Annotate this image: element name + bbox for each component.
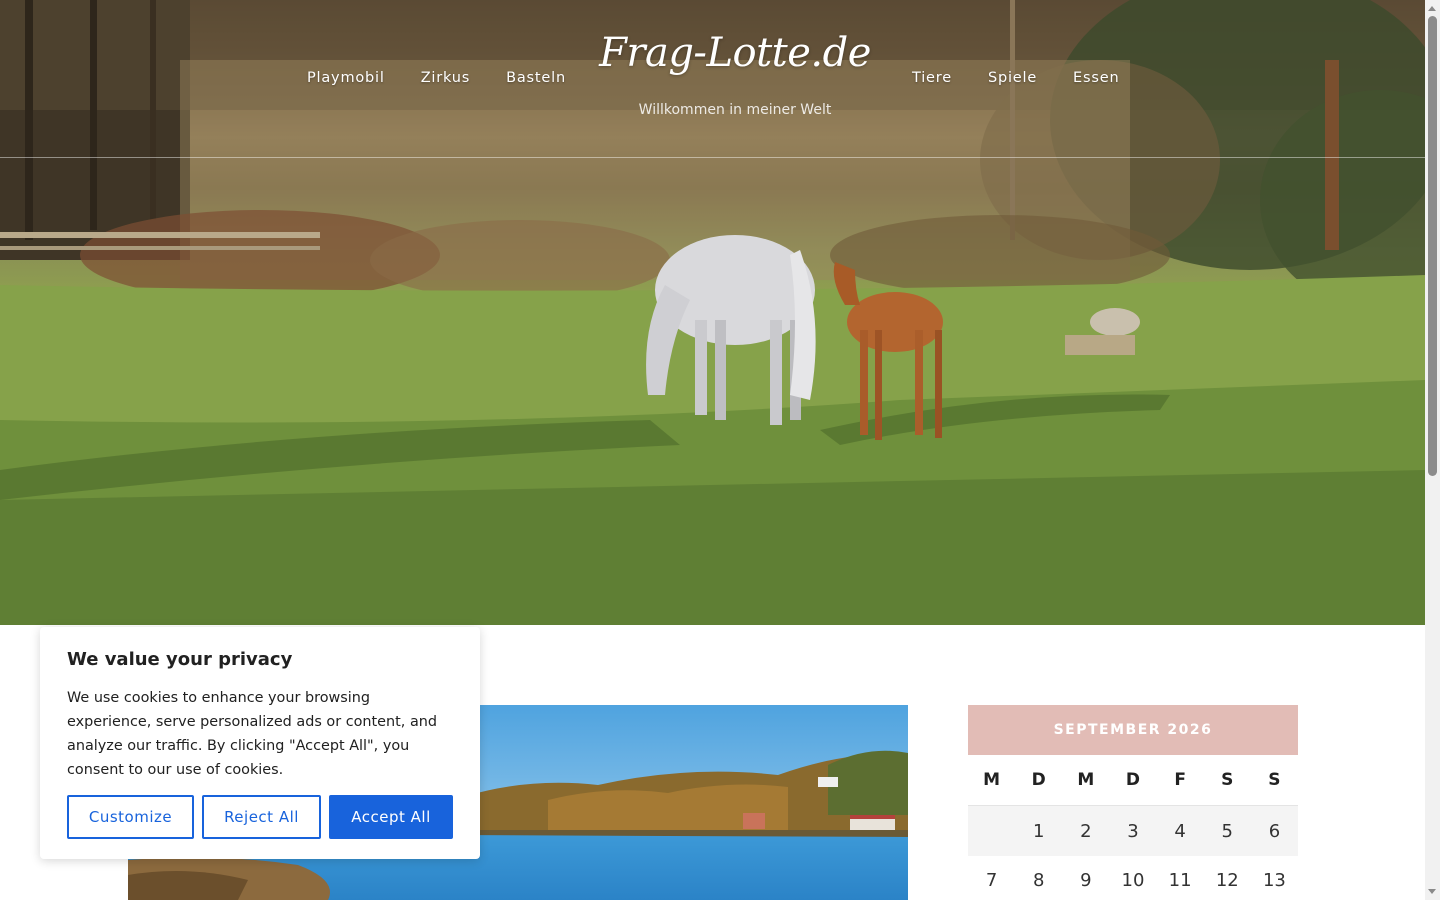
calendar-day: 13 <box>1262 869 1286 891</box>
accept-all-button[interactable]: Accept All <box>329 795 453 839</box>
weekday-label: M <box>1062 755 1110 806</box>
calendar-day: 12 <box>1215 869 1239 891</box>
nav-item-playmobil[interactable]: Playmobil <box>289 70 403 86</box>
calendar-day: 11 <box>1168 869 1192 891</box>
calendar-week-row: 7 8 9 10 11 12 13 <box>968 856 1298 900</box>
calendar-day <box>968 806 1015 856</box>
page-scrollbar[interactable] <box>1425 0 1440 900</box>
main-nav-right: Tiere Spiele Essen <box>894 70 1137 86</box>
cookie-banner-actions: Customize Reject All Accept All <box>67 795 453 839</box>
weekday-label: D <box>1109 755 1157 806</box>
calendar-day: 9 <box>1080 869 1092 891</box>
cookie-consent-banner: We value your privacy We use cookies to … <box>40 627 480 859</box>
header-divider <box>0 157 1425 158</box>
nav-item-spiele[interactable]: Spiele <box>970 70 1055 86</box>
nav-item-tiere[interactable]: Tiere <box>894 70 970 86</box>
weekday-label: M <box>968 755 1016 806</box>
scroll-up-arrow-icon[interactable] <box>1428 6 1436 11</box>
calendar-day: 6 <box>1268 820 1281 842</box>
calendar-day: 3 <box>1127 820 1139 842</box>
calendar-day: 2 <box>1080 820 1092 842</box>
nav-item-zirkus[interactable]: Zirkus <box>403 70 488 86</box>
hero-photo-horses <box>0 0 1425 625</box>
calendar-weekday-header: M D M D F S S <box>968 755 1298 806</box>
customize-button[interactable]: Customize <box>67 795 194 839</box>
calendar-caption: SEPTEMBER 2026 <box>968 705 1298 755</box>
calendar-day: 1 <box>1032 820 1045 842</box>
calendar-day: 10 <box>1121 869 1145 891</box>
scroll-down-arrow-icon[interactable] <box>1428 889 1436 894</box>
weekday-label: S <box>1250 755 1298 806</box>
calendar-day: 5 <box>1221 820 1233 842</box>
calendar-day: 4 <box>1174 820 1186 842</box>
weekday-label: S <box>1203 755 1251 806</box>
reject-all-button[interactable]: Reject All <box>202 795 321 839</box>
cookie-banner-text: We use cookies to enhance your browsing … <box>67 690 438 778</box>
weekday-label: F <box>1156 755 1204 806</box>
weekday-label: D <box>1015 755 1063 806</box>
calendar-day: 7 <box>985 869 998 891</box>
scrollbar-thumb[interactable] <box>1428 16 1437 476</box>
calendar-day: 8 <box>1032 869 1045 891</box>
calendar-widget: SEPTEMBER 2026 M D M D F S S 1 2 3 4 5 6… <box>968 705 1298 900</box>
hero-header: Playmobil Zirkus Basteln Frag-Lotte.de W… <box>0 0 1425 625</box>
main-nav-left: Playmobil Zirkus Basteln <box>289 70 584 86</box>
site-logo[interactable]: Frag-Lotte.de <box>580 30 890 76</box>
site-tagline: Willkommen in meiner Welt <box>638 102 832 118</box>
calendar-week-row: 1 2 3 4 5 6 <box>968 806 1298 856</box>
nav-item-essen[interactable]: Essen <box>1055 70 1137 86</box>
nav-item-basteln[interactable]: Basteln <box>488 70 584 86</box>
cookie-banner-title: We value your privacy <box>67 649 293 670</box>
